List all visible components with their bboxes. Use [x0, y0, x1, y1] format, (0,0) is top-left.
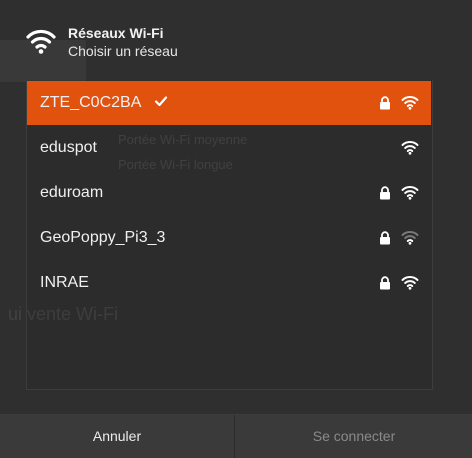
lock-icon	[380, 276, 390, 290]
dialog-title: Réseaux Wi-Fi	[68, 25, 164, 41]
dialog-footer: Annuler Se connecter	[0, 414, 472, 458]
lock-icon	[380, 96, 390, 110]
wifi-signal-icon	[401, 276, 419, 290]
network-row-eduroam[interactable]: eduroam	[27, 171, 431, 215]
connect-button[interactable]: Se connecter	[236, 415, 472, 458]
wifi-signal-icon	[401, 141, 419, 155]
network-ssid: eduroam	[40, 184, 104, 201]
wifi-signal-icon	[401, 96, 419, 110]
wifi-signal-weak-icon	[401, 231, 419, 245]
network-ssid: eduspot	[40, 139, 97, 156]
network-ssid: ZTE_C0C2BA	[40, 94, 142, 111]
network-row-geopoppy[interactable]: GeoPoppy_Pi3_3	[27, 216, 431, 260]
dialog-subtitle: Choisir un réseau	[68, 43, 178, 59]
checkmark-icon	[154, 96, 168, 107]
network-ssid: INRAE	[40, 274, 89, 291]
wifi-signal-icon	[401, 186, 419, 200]
network-row-inrae[interactable]: INRAE	[27, 261, 431, 305]
wifi-icon	[26, 29, 56, 54]
wifi-network-dialog: Réseaux Wi-Fi Choisir un réseau ZTE_C0C2…	[0, 0, 472, 458]
network-row-zte-c0c2ba[interactable]: ZTE_C0C2BA	[27, 81, 431, 125]
lock-icon	[380, 186, 390, 200]
lock-icon	[380, 231, 390, 245]
network-ssid: GeoPoppy_Pi3_3	[40, 229, 166, 246]
network-row-eduspot[interactable]: eduspot	[27, 126, 431, 170]
cancel-button[interactable]: Annuler	[0, 415, 235, 458]
